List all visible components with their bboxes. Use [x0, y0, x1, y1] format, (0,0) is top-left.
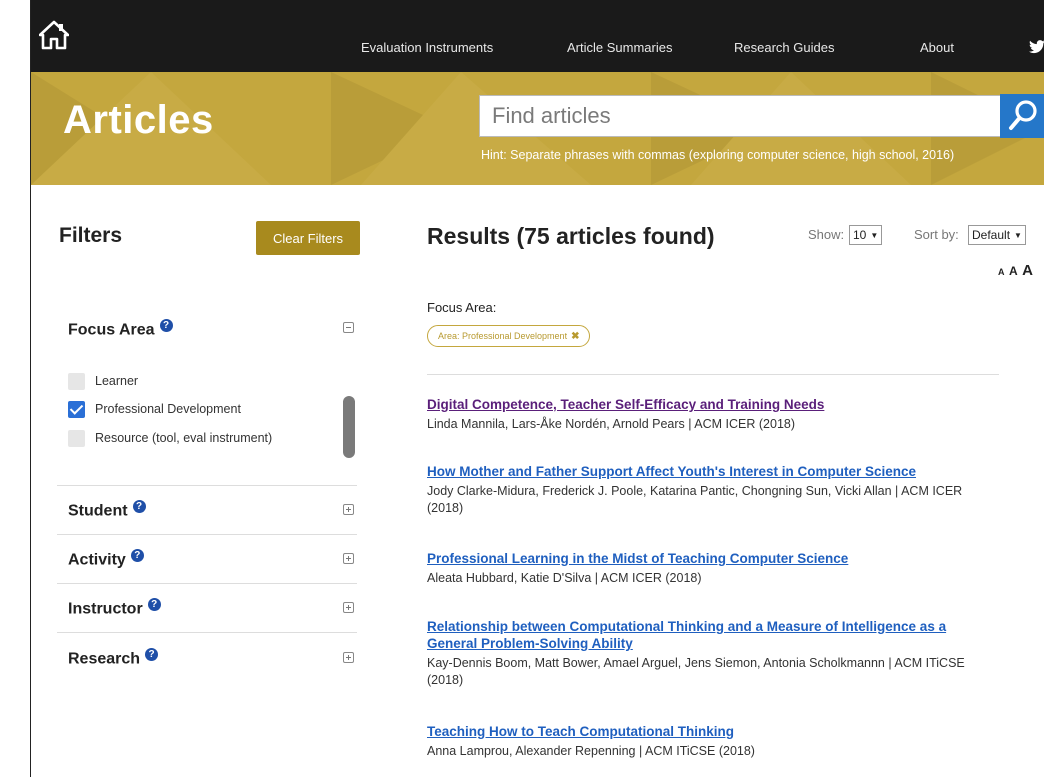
active-filter-heading: Focus Area:	[427, 300, 497, 315]
search-button[interactable]	[1000, 94, 1044, 138]
article-item: How Mother and Father Support Affect You…	[427, 463, 997, 517]
select-value: 10	[853, 228, 867, 242]
checkmark-icon[interactable]	[68, 400, 85, 418]
font-size-small[interactable]: A	[998, 267, 1005, 277]
checkbox-label: Resource (tool, eval instrument)	[95, 431, 273, 445]
article-title-link[interactable]: Digital Competence, Teacher Self-Efficac…	[427, 396, 997, 413]
sort-label: Sort by:	[914, 227, 959, 242]
nav-about[interactable]: About	[920, 40, 954, 55]
page-frame: Evaluation Instruments Article Summaries…	[30, 0, 1044, 777]
article-meta: Linda Mannila, Lars-Åke Nordén, Arnold P…	[427, 417, 796, 431]
divider	[57, 632, 357, 633]
section-label: Student	[68, 502, 128, 520]
section-label: Focus Area	[68, 321, 155, 339]
article-item: Digital Competence, Teacher Self-Efficac…	[427, 396, 997, 433]
top-navigation: Evaluation Instruments Article Summaries…	[31, 0, 1044, 72]
article-item: Professional Learning in the Midst of Te…	[427, 550, 997, 587]
section-label: Research	[68, 650, 141, 668]
checkbox-box[interactable]	[68, 429, 85, 447]
article-meta: Anna Lamprou, Alexander Repenning | ACM …	[427, 744, 755, 758]
nav-research-guides[interactable]: Research Guides	[734, 40, 834, 55]
filter-section-student[interactable]: Student?	[68, 500, 146, 520]
checkbox-professional-development[interactable]: Professional Development	[68, 399, 241, 419]
article-meta: Aleata Hubbard, Katie D'Silva | ACM ICER…	[427, 571, 702, 585]
checkbox-label: Learner	[95, 374, 139, 388]
font-size-controls: A A A	[998, 262, 1033, 280]
search-icon	[1008, 99, 1037, 130]
article-title-link[interactable]: Professional Learning in the Midst of Te…	[427, 550, 997, 567]
divider	[57, 583, 357, 584]
chevron-down-icon: ▼	[1014, 230, 1022, 240]
font-size-medium[interactable]: A	[1009, 264, 1018, 278]
help-icon[interactable]: ?	[147, 598, 161, 611]
tag-label: Area: Professional Development	[438, 331, 568, 341]
select-value: Default	[972, 228, 1011, 242]
home-icon[interactable]	[39, 20, 69, 50]
font-size-large[interactable]: A	[1022, 262, 1033, 279]
expand-icon[interactable]	[343, 652, 354, 663]
help-icon[interactable]: ?	[159, 319, 173, 332]
nav-evaluation-instruments[interactable]: Evaluation Instruments	[361, 40, 493, 55]
twitter-icon[interactable]	[1029, 40, 1044, 54]
section-label: Instructor	[68, 600, 143, 618]
results-title: Results (75 articles found)	[427, 223, 715, 249]
nav-article-summaries[interactable]: Article Summaries	[567, 40, 672, 55]
help-icon[interactable]: ?	[130, 549, 144, 562]
divider	[57, 534, 357, 535]
article-meta: Jody Clarke-Midura, Frederick J. Poole, …	[427, 484, 963, 515]
expand-icon[interactable]	[343, 553, 354, 564]
filter-section-focus-area[interactable]: Focus Area?	[68, 319, 173, 339]
article-meta: Kay-Dennis Boom, Matt Bower, Amael Argue…	[427, 656, 965, 687]
checkbox-box[interactable]	[68, 372, 85, 390]
show-count-select[interactable]: 10 ▼	[849, 225, 883, 245]
article-item: Teaching How to Teach Computational Thin…	[427, 723, 997, 760]
show-label: Show:	[808, 227, 845, 242]
section-label: Activity	[68, 551, 126, 569]
expand-icon[interactable]	[343, 504, 354, 515]
article-item: Relationship between Computational Think…	[427, 618, 997, 689]
expand-icon[interactable]	[343, 602, 354, 613]
collapse-icon[interactable]	[343, 322, 354, 333]
help-icon[interactable]: ?	[145, 648, 159, 661]
article-title-link[interactable]: Teaching How to Teach Computational Thin…	[427, 723, 997, 740]
active-filter-tag[interactable]: Area: Professional Development ✖	[427, 325, 591, 347]
search-input[interactable]	[479, 95, 1001, 137]
clear-filters-button[interactable]: Clear Filters	[256, 221, 360, 255]
hero-banner: Articles Hint: Separate phrases with com…	[31, 72, 1044, 185]
article-title-link[interactable]: Relationship between Computational Think…	[427, 618, 997, 652]
divider	[57, 485, 357, 486]
divider	[427, 374, 999, 375]
filter-scrollbar[interactable]	[343, 396, 355, 458]
filter-section-research[interactable]: Research?	[68, 648, 159, 668]
article-title-link[interactable]: How Mother and Father Support Affect You…	[427, 463, 997, 480]
chevron-down-icon: ▼	[870, 230, 879, 240]
search-hint: Hint: Separate phrases with commas (expl…	[481, 148, 955, 162]
help-icon[interactable]: ?	[132, 500, 146, 513]
checkbox-resource[interactable]: Resource (tool, eval instrument)	[68, 428, 272, 448]
checkbox-label: Professional Development	[95, 402, 241, 416]
filter-section-instructor[interactable]: Instructor?	[68, 598, 161, 618]
page-title: Articles	[63, 98, 214, 142]
sort-select[interactable]: Default ▼	[968, 225, 1026, 245]
filter-section-activity[interactable]: Activity?	[68, 549, 144, 569]
filters-title: Filters	[59, 224, 123, 247]
checkbox-learner[interactable]: Learner	[68, 371, 138, 391]
close-icon[interactable]: ✖	[571, 331, 579, 342]
